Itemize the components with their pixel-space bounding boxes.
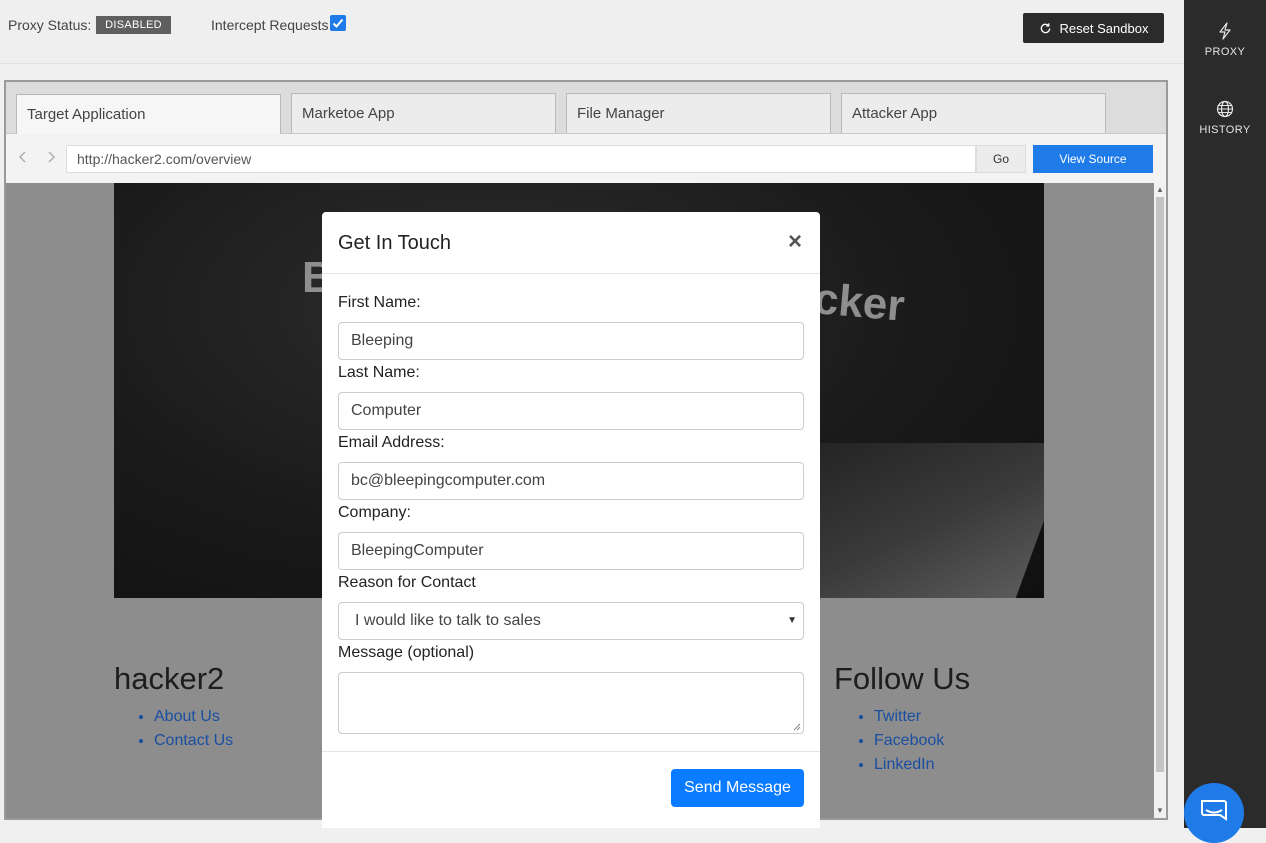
message-textarea[interactable] [338,672,804,734]
company-label: Company: [338,504,411,521]
bolt-icon [1219,22,1231,40]
resize-handle-icon[interactable] [793,723,801,731]
checkmark-icon [332,18,344,28]
back-arrow-icon[interactable] [16,150,30,164]
go-button[interactable]: Go [976,145,1026,173]
intercept-requests-label: Intercept Requests [211,17,329,33]
scrollbar-thumb[interactable] [1156,197,1164,772]
tab-marketoe-app[interactable]: Marketoe App [291,93,556,133]
url-input[interactable] [66,145,976,173]
proxy-status-badge[interactable]: DISABLED [96,16,171,34]
modal-body: First Name: Last Name: Email Address: Co… [322,274,820,751]
company-field[interactable] [338,532,804,570]
get-in-touch-modal: Get In Touch × First Name: Last Name: Em… [322,212,820,828]
scroll-up-arrow-icon[interactable]: ▲ [1156,186,1164,194]
view-source-button[interactable]: View Source [1033,145,1153,173]
tab-attacker-app[interactable]: Attacker App [841,93,1106,133]
footer-social-title: Follow Us [834,661,971,696]
intercept-requests-checkbox[interactable] [330,15,346,31]
sidebar-item-proxy[interactable]: PROXY [1184,22,1266,58]
tab-target-application[interactable]: Target Application [16,94,281,135]
browser-nav-bar: Go View Source [6,134,1166,183]
footer-link-about-us[interactable]: About Us [154,705,233,729]
tab-label: File Manager [577,105,665,122]
footer-link-facebook[interactable]: Facebook [874,729,970,753]
top-bar: Proxy Status: DISABLED Intercept Request… [0,0,1184,64]
footer-company-title: hacker2 [114,661,225,696]
sidebar-item-history[interactable]: HISTORY [1184,100,1266,136]
reason-label: Reason for Contact [338,574,476,591]
page-scrollbar[interactable]: ▲ ▼ [1154,183,1166,818]
footer-link-linkedin[interactable]: LinkedIn [874,753,970,777]
footer-social: Follow Us Twitter Facebook LinkedIn [834,661,970,777]
refresh-icon [1040,22,1050,33]
modal-header: Get In Touch × [322,212,820,274]
proxy-status-label: Proxy Status: [8,17,92,33]
tab-strip: Target Application Marketoe App File Man… [6,82,1166,135]
tab-label: Target Application [27,106,146,123]
tab-label: Attacker App [852,105,938,122]
reason-select[interactable]: I would like to talk to sales ▼ [338,602,804,640]
message-label: Message (optional) [338,644,475,661]
reason-select-value: I would like to talk to sales [355,612,541,629]
email-label: Email Address: [338,434,445,451]
reset-sandbox-button[interactable]: Reset Sandbox [1023,13,1164,43]
footer-link-contact-us[interactable]: Contact Us [154,729,233,753]
modal-title: Get In Touch [338,232,452,254]
sidebar-item-label: HISTORY [1199,124,1251,136]
sidebar-item-label: PROXY [1204,46,1246,58]
last-name-label: Last Name: [338,364,420,381]
chat-icon [1201,800,1227,821]
close-icon[interactable]: × [788,228,802,256]
tab-label: Marketoe App [302,105,395,122]
chevron-down-icon: ▼ [787,615,797,626]
chat-launcher-button[interactable] [1184,783,1244,843]
last-name-field[interactable] [338,392,804,430]
tab-file-manager[interactable]: File Manager [566,93,831,133]
right-sidebar: PROXY HISTORY [1184,0,1266,828]
reset-sandbox-label: Reset Sandbox [1059,20,1149,36]
footer-link-twitter[interactable]: Twitter [874,705,970,729]
globe-icon [1216,100,1234,118]
modal-footer: Send Message [322,751,820,828]
send-message-button[interactable]: Send Message [671,769,804,807]
scroll-down-arrow-icon[interactable]: ▼ [1156,807,1164,815]
forward-arrow-icon[interactable] [44,150,58,164]
footer-company: hacker2 About Us Contact Us [114,661,233,753]
first-name-field[interactable] [338,322,804,360]
first-name-label: First Name: [338,294,421,311]
hero-shirt-text-right: cker [812,274,907,331]
email-field[interactable] [338,462,804,500]
